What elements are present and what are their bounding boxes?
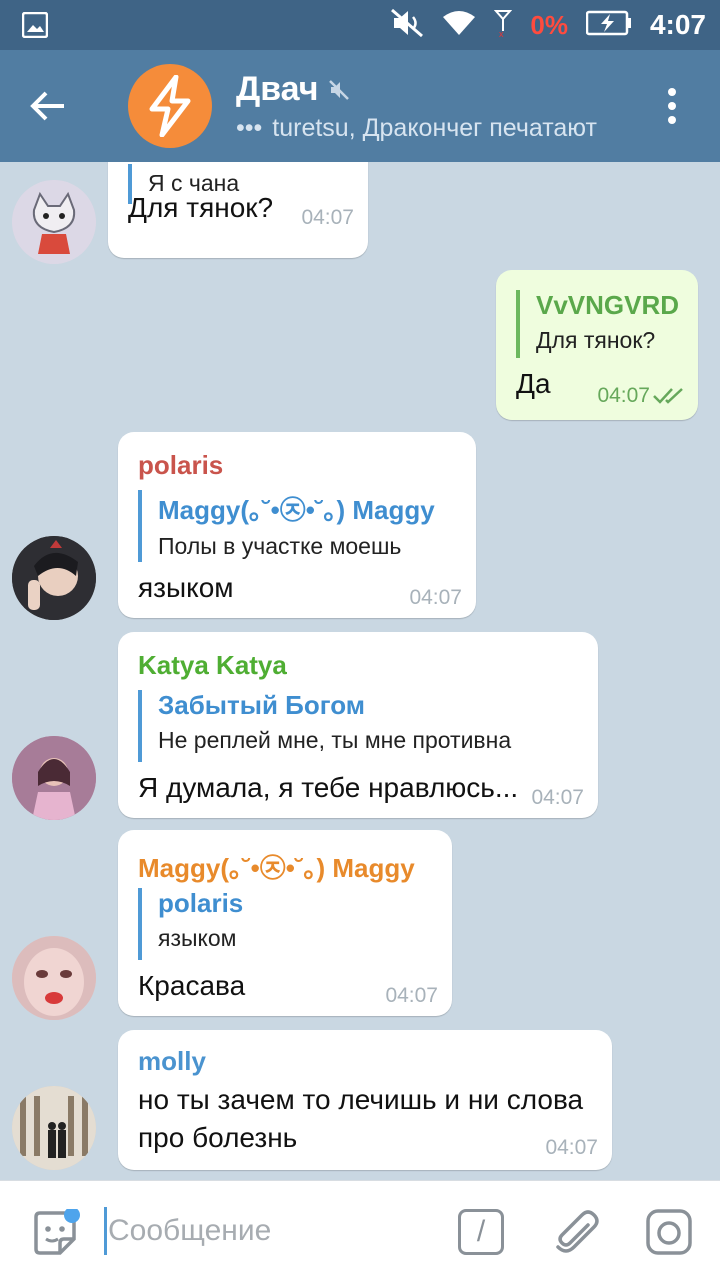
lightning-icon [149,75,191,137]
message-sender[interactable]: molly [138,1046,206,1077]
reply-author: polaris [158,888,244,918]
vibrate-mute-icon [390,8,424,43]
battery-charging-icon [585,10,632,41]
message-text-line-2: про болезнь [138,1122,298,1153]
message-bubble[interactable]: Katya Katya Забытый Богом Не реплей мне,… [118,632,598,818]
message-text: Да [516,368,551,399]
reply-text: языком [158,925,237,951]
message-text: Я думала, я тебе нравлюсь... [138,772,519,803]
reply-author: Maggy(｡˘•㉨•˘｡) Maggy [158,495,435,525]
reply-quote[interactable]: polaris языком [138,888,243,960]
avatar-molly[interactable] [12,1086,96,1170]
more-menu-button[interactable] [646,80,698,132]
message-time: 04:07 [597,384,650,407]
user-photo-icon [12,736,96,820]
text-cursor [104,1207,107,1255]
status-bar: x 0% 4:07 [0,0,720,50]
reply-quote[interactable]: Забытый Богом Не реплей мне, ты мне прот… [138,690,511,762]
status-time: 4:07 [649,9,706,40]
message-text: Для тянок? [128,192,274,223]
muted-icon [329,79,350,100]
message-bubble[interactable]: molly но ты зачем то лечишь и ни слова п… [118,1030,612,1170]
typing-indicator: ••• [236,114,263,142]
sticker-emoji-button[interactable] [30,1207,80,1257]
message-time: 04:07 [531,786,584,809]
message-bubble[interactable]: Maggy(｡˘•㉨•˘｡) Maggy polaris языком Крас… [118,830,452,1016]
double-check-icon [653,388,683,404]
slash-command-icon: / [458,1209,504,1255]
avatar-polaris[interactable] [12,536,96,620]
message-text-line-1: но ты зачем то лечишь и ни слова [138,1084,584,1115]
attach-button[interactable] [552,1207,602,1257]
message-list[interactable]: Я с чана Для тянок? 04:07 VvVNGVRD Для т… [0,162,720,1180]
chat-title-text: Двач [236,70,319,108]
message-text: языком [138,572,234,603]
bot-command-button[interactable]: / [456,1207,506,1257]
reply-author: Забытый Богом [158,690,365,720]
message-sender[interactable]: Maggy(｡˘•㉨•˘｡) Maggy [138,848,415,885]
user-photo-icon [12,1086,96,1170]
typing-status-text: turetsu, Дракончег печатают [272,114,597,142]
message-time: 04:07 [385,984,438,1007]
sticker-icon [34,1207,80,1255]
message-bubble[interactable]: Я с чана Для тянок? 04:07 [108,162,368,258]
reply-author: VvVNGVRD [536,290,680,320]
user-photo-icon [12,536,96,620]
message-time: 04:07 [545,1136,598,1159]
message-text: Красава [138,970,246,1001]
reply-quote[interactable]: VvVNGVRD Для тянок? [516,290,679,358]
user-photo-icon [12,936,96,1020]
wifi-icon [442,9,476,42]
reply-text: Полы в участке моешь [158,533,402,559]
signal-icon: x [494,9,513,42]
message-input[interactable] [108,1205,428,1257]
chat-title[interactable]: Двач [236,70,350,109]
reply-text: Для тянок? [536,327,656,353]
message-sender[interactable]: Katya Katya [138,650,287,681]
camera-button[interactable] [644,1207,694,1257]
message-composer: / [0,1180,720,1280]
reply-quote[interactable]: Maggy(｡˘•㉨•˘｡) Maggy Полы в участке моеш… [138,490,435,562]
avatar-katya[interactable] [12,736,96,820]
camera-icon [646,1209,692,1255]
avatar-cat[interactable] [12,180,96,264]
gallery-notification-icon [21,11,49,43]
chat-header: Двач ••• turetsu, Дракончег печатают [0,50,720,162]
message-sender[interactable]: polaris [138,450,223,481]
arrow-left-icon [30,91,64,121]
back-button[interactable] [20,78,76,134]
paperclip-icon [556,1210,599,1253]
svg-text:x: x [499,29,504,37]
cat-avatar-icon [12,180,96,264]
chat-avatar[interactable] [128,64,212,148]
avatar-maggy[interactable] [12,936,96,1020]
typing-status: ••• turetsu, Дракончег печатают [236,114,597,143]
outgoing-message-bubble[interactable]: VvVNGVRD Для тянок? Да 04:07 [496,270,698,420]
message-time: 04:07 [409,586,462,609]
battery-percent: 0% [530,9,568,40]
reply-text: Не реплей мне, ты мне противна [158,727,512,753]
message-time: 04:07 [301,206,354,229]
message-bubble[interactable]: polaris Maggy(｡˘•㉨•˘｡) Maggy Полы в учас… [118,432,476,618]
